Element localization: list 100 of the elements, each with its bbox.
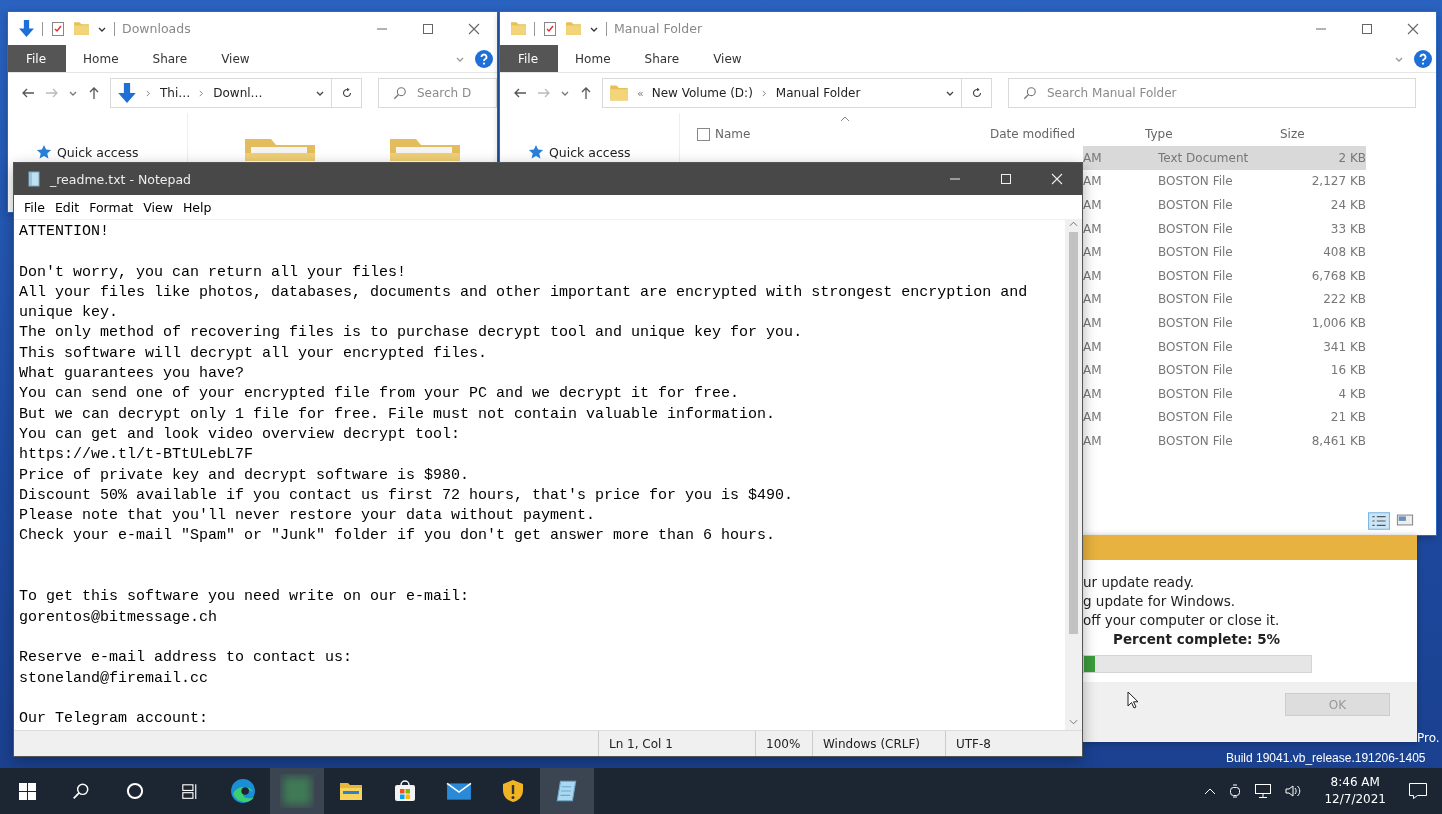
notifications-icon[interactable] [1408, 782, 1428, 800]
note-line: Please note that you'll never restore your data without payment. [19, 506, 597, 527]
note-line: gorentos@bitmessage.ch [19, 607, 219, 628]
maximize-icon[interactable] [422, 22, 434, 35]
address-bar[interactable]: « New Volume (D:) Manual Folder [602, 78, 962, 108]
date-cell-text: AM [1083, 433, 1103, 448]
edge-browser-icon[interactable] [230, 778, 256, 804]
menu-item[interactable]: File [19, 199, 50, 215]
search-icon[interactable] [72, 782, 90, 800]
chevron-right-icon [760, 89, 768, 97]
close-icon[interactable] [468, 22, 480, 35]
file-menu-tab[interactable]: File [8, 45, 67, 72]
ribbon-tab[interactable]: View [204, 45, 267, 72]
type-cell-text: Text Document [1158, 150, 1250, 165]
status-text: Ln 1, Col 1 [609, 736, 673, 751]
window-title: _readme.txt - Notepad [50, 171, 191, 187]
nav-item[interactable]: Quick access [57, 144, 139, 160]
windows-start-icon[interactable] [18, 782, 36, 800]
taskbar-app-button[interactable] [540, 768, 594, 814]
windows-edition-text: Pro. [1417, 731, 1440, 745]
note-line: You can send one of your encrypted file from your PC and we decrypt it for free. [19, 384, 741, 405]
volume-icon[interactable] [1284, 783, 1303, 799]
help-icon[interactable] [1414, 49, 1432, 68]
date-cell-text: AM [1083, 386, 1103, 401]
nav-item[interactable]: Quick access [549, 144, 631, 160]
file-row[interactable]: AM BOSTON File 2,127 KB [1083, 169, 1366, 194]
breadcrumb[interactable]: New Volume (D:) [651, 86, 753, 100]
ribbon-tab[interactable]: Home [66, 45, 136, 72]
size-cell-text: 408 KB [1322, 245, 1366, 260]
search-field[interactable]: Search D [378, 78, 497, 108]
notepad-icon [26, 171, 42, 187]
large-icons-view-icon[interactable] [1396, 512, 1414, 528]
cortana-ring-icon[interactable] [126, 782, 144, 800]
file-row[interactable]: AM BOSTON File 1,006 KB [1083, 311, 1366, 335]
search-field[interactable]: Search Manual Folder [1008, 78, 1416, 108]
file-row[interactable]: AM BOSTON File 24 KB [1083, 193, 1366, 217]
size-cell-text: 24 KB [1329, 198, 1366, 212]
help-icon[interactable] [475, 49, 493, 68]
select-all-checkbox[interactable] [697, 127, 710, 141]
type-cell-text: BOSTON File [1158, 315, 1234, 330]
size-cell-text: 2 KB [1337, 150, 1366, 165]
breadcrumb[interactable]: Thi… [160, 86, 191, 100]
chevron-right-icon [198, 89, 206, 97]
file-row[interactable]: AM BOSTON File 8,461 KB [1083, 429, 1366, 453]
sort-caret-icon[interactable] [840, 116, 850, 122]
dialog-message: g update for Windows. [1083, 592, 1237, 611]
store-bag-icon[interactable] [393, 779, 417, 803]
type-cell-text: BOSTON File [1158, 292, 1234, 307]
column-header[interactable]: Type [1145, 127, 1280, 141]
show-hidden-icons-icon[interactable] [1204, 787, 1217, 795]
file-row[interactable]: AM BOSTON File 21 KB [1083, 405, 1366, 430]
menu-item[interactable]: Format [84, 199, 139, 215]
file-row[interactable]: AM BOSTON File 16 KB [1083, 358, 1366, 382]
date-cell-text: AM [1083, 150, 1103, 165]
file-row[interactable]: AM BOSTON File 408 KB [1083, 240, 1366, 264]
breadcrumb[interactable]: Downl… [213, 86, 263, 100]
column-header[interactable]: Date modified [990, 127, 1145, 141]
clock[interactable]: 8:46 AM 12/7/2021 [1314, 774, 1396, 808]
warning-shield-icon[interactable] [501, 779, 525, 803]
date-cell-text: AM [1083, 410, 1103, 425]
note-line: Price of private key and decrypt software is $980. [19, 465, 471, 486]
ribbon-tab[interactable]: Share [135, 45, 205, 72]
file-menu-tab[interactable]: File [500, 45, 559, 72]
dialog-message: ur update ready. [1083, 573, 1195, 592]
file-row[interactable]: AM BOSTON File 4 KB [1083, 381, 1366, 406]
size-cell-text: 341 KB [1322, 339, 1366, 354]
date-cell-text: AM [1083, 315, 1103, 330]
overflow-chevron[interactable]: « [637, 86, 644, 100]
column-header[interactable]: Name [715, 127, 990, 141]
column-header[interactable]: Size [1280, 127, 1365, 141]
menu-item[interactable]: Edit [49, 199, 85, 215]
maximize-icon[interactable] [1361, 22, 1373, 35]
file-row[interactable]: AM BOSTON File 33 KB [1083, 216, 1366, 241]
menu-item[interactable]: Help [177, 199, 217, 215]
ribbon-tab[interactable]: Home [558, 45, 628, 72]
folder-icon [609, 83, 629, 103]
address-bar[interactable]: Thi… Downl… [110, 78, 332, 108]
date-cell-text: AM [1083, 174, 1103, 189]
window-title: Manual Folder [614, 21, 703, 36]
file-row[interactable]: AM BOSTON File 341 KB [1083, 334, 1366, 359]
menu-item[interactable]: View [138, 199, 178, 215]
properties-icon[interactable] [50, 20, 66, 37]
ribbon-tab[interactable]: Share [627, 45, 697, 72]
network-icon[interactable] [1254, 783, 1273, 799]
properties-icon[interactable] [542, 20, 558, 37]
close-icon[interactable] [1407, 22, 1419, 35]
note-line: To get this software you need write on our e-mail: [19, 587, 471, 608]
task-view-icon[interactable] [180, 782, 198, 800]
date-cell-text: AM [1083, 339, 1103, 354]
size-cell-text: 6,768 KB [1310, 268, 1366, 283]
breadcrumb[interactable]: Manual Folder [775, 86, 861, 100]
size-cell-text: 2,127 KB [1310, 174, 1366, 189]
status-text: UTF-8 [956, 736, 991, 751]
star-icon [528, 144, 544, 160]
file-row[interactable]: AM BOSTON File 222 KB [1083, 287, 1366, 312]
note-line: stoneland@firemail.cc [19, 668, 210, 689]
size-cell-text: 16 KB [1329, 363, 1366, 378]
details-view-icon[interactable] [1368, 512, 1390, 530]
file-row[interactable]: AM BOSTON File 6,768 KB [1083, 263, 1366, 288]
ribbon-tab[interactable]: View [696, 45, 759, 72]
